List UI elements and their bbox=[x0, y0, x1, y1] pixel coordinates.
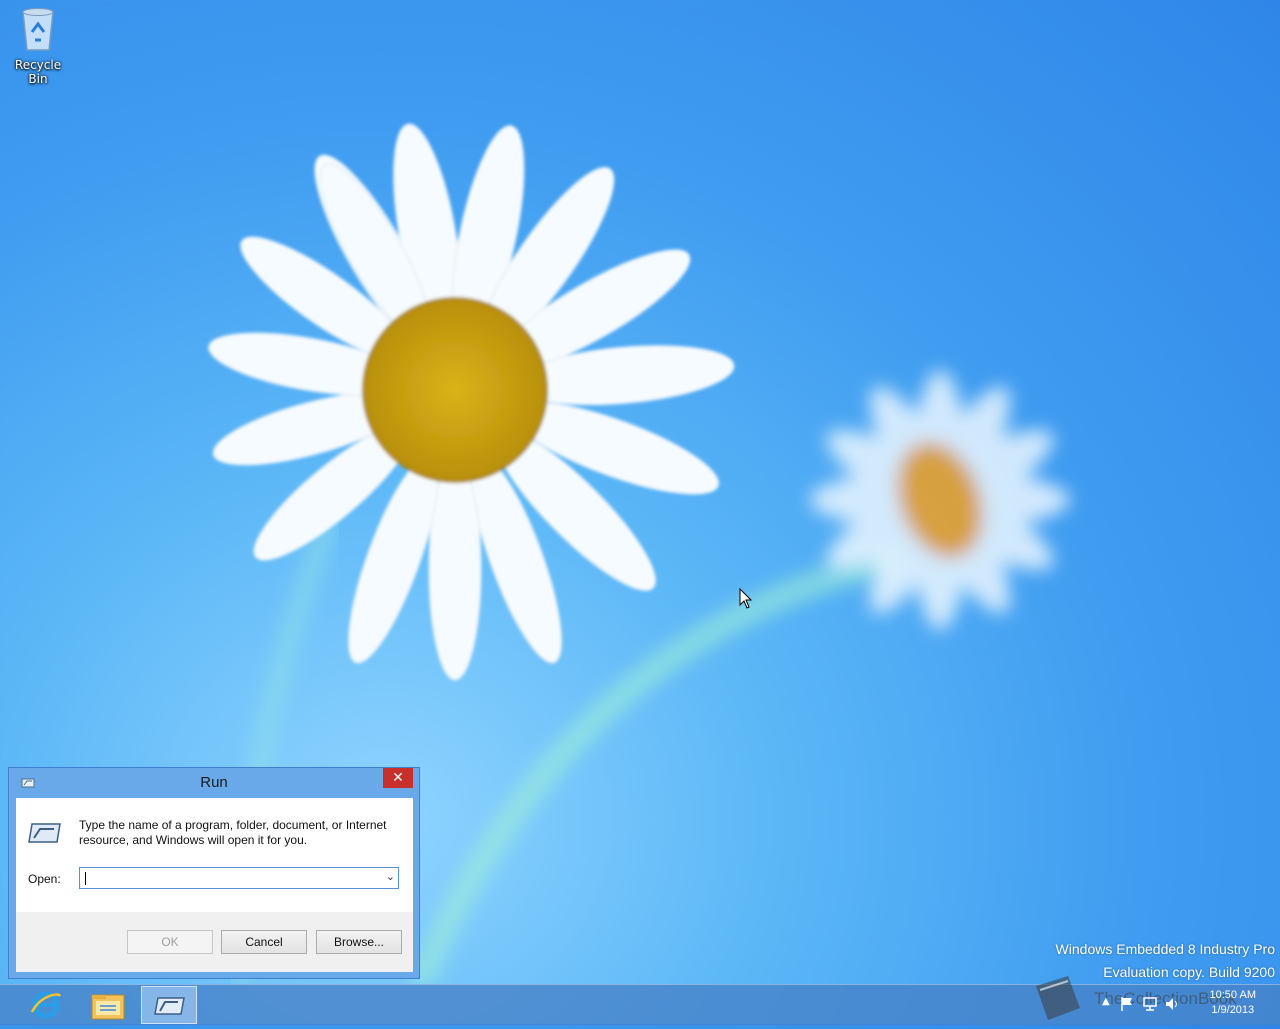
cancel-button[interactable]: Cancel bbox=[221, 930, 307, 954]
volume-icon[interactable] bbox=[1164, 996, 1180, 1012]
run-dialog-body: Type the name of a program, folder, docu… bbox=[16, 798, 413, 972]
system-tray: ▲ 10:50 AM 1/9/2013 bbox=[1090, 984, 1280, 1024]
taskbar-item-internet-explorer[interactable] bbox=[18, 986, 74, 1024]
show-hidden-icons-icon[interactable]: ▲ bbox=[1102, 996, 1110, 1007]
taskbar-clock[interactable]: 10:50 AM 1/9/2013 bbox=[1210, 988, 1256, 1018]
watermark-line-2: Evaluation copy. Build 9200 bbox=[1103, 964, 1275, 980]
book-logo-icon bbox=[1036, 976, 1080, 1020]
taskbar-item-run[interactable] bbox=[141, 986, 197, 1024]
flag-icon[interactable] bbox=[1120, 996, 1134, 1012]
evaluation-watermark: Windows Embedded 8 Industry Pro Evaluati… bbox=[1056, 938, 1275, 984]
run-dialog-footer: OK Cancel Browse... bbox=[16, 912, 413, 972]
clock-date: 1/9/2013 bbox=[1211, 1004, 1255, 1016]
run-dialog-description: Type the name of a program, folder, docu… bbox=[79, 818, 387, 847]
clock-time: 10:50 AM bbox=[1209, 989, 1256, 1001]
close-button[interactable]: ✕ bbox=[383, 768, 413, 788]
internet-explorer-icon bbox=[30, 991, 62, 1019]
run-dialog: Run ✕ Type the name of a program, folder… bbox=[8, 767, 420, 979]
desktop-icon-recycle-bin[interactable]: Recycle Bin bbox=[4, 6, 72, 86]
browse-button[interactable]: Browse... bbox=[316, 930, 402, 954]
open-label: Open: bbox=[28, 872, 61, 886]
open-combobox[interactable]: ⌄ bbox=[79, 867, 399, 889]
chevron-down-icon[interactable]: ⌄ bbox=[386, 870, 395, 883]
run-window-icon bbox=[154, 997, 185, 1015]
run-dialog-title: Run bbox=[200, 774, 228, 791]
text-caret bbox=[85, 872, 86, 885]
taskbar bbox=[0, 984, 1280, 1025]
desktop-icon-label: Recycle Bin bbox=[14, 58, 62, 86]
mouse-cursor-icon bbox=[739, 588, 753, 609]
network-icon[interactable] bbox=[1142, 996, 1158, 1012]
taskbar-item-file-explorer[interactable] bbox=[80, 986, 136, 1024]
run-program-icon bbox=[28, 823, 61, 843]
recycle-bin-icon bbox=[22, 8, 54, 51]
file-explorer-icon bbox=[91, 994, 125, 1020]
run-dialog-titlebar[interactable]: Run ✕ bbox=[9, 768, 419, 798]
watermark-line-1: Windows Embedded 8 Industry Pro bbox=[1055, 941, 1275, 957]
ok-button[interactable]: OK bbox=[127, 930, 213, 954]
